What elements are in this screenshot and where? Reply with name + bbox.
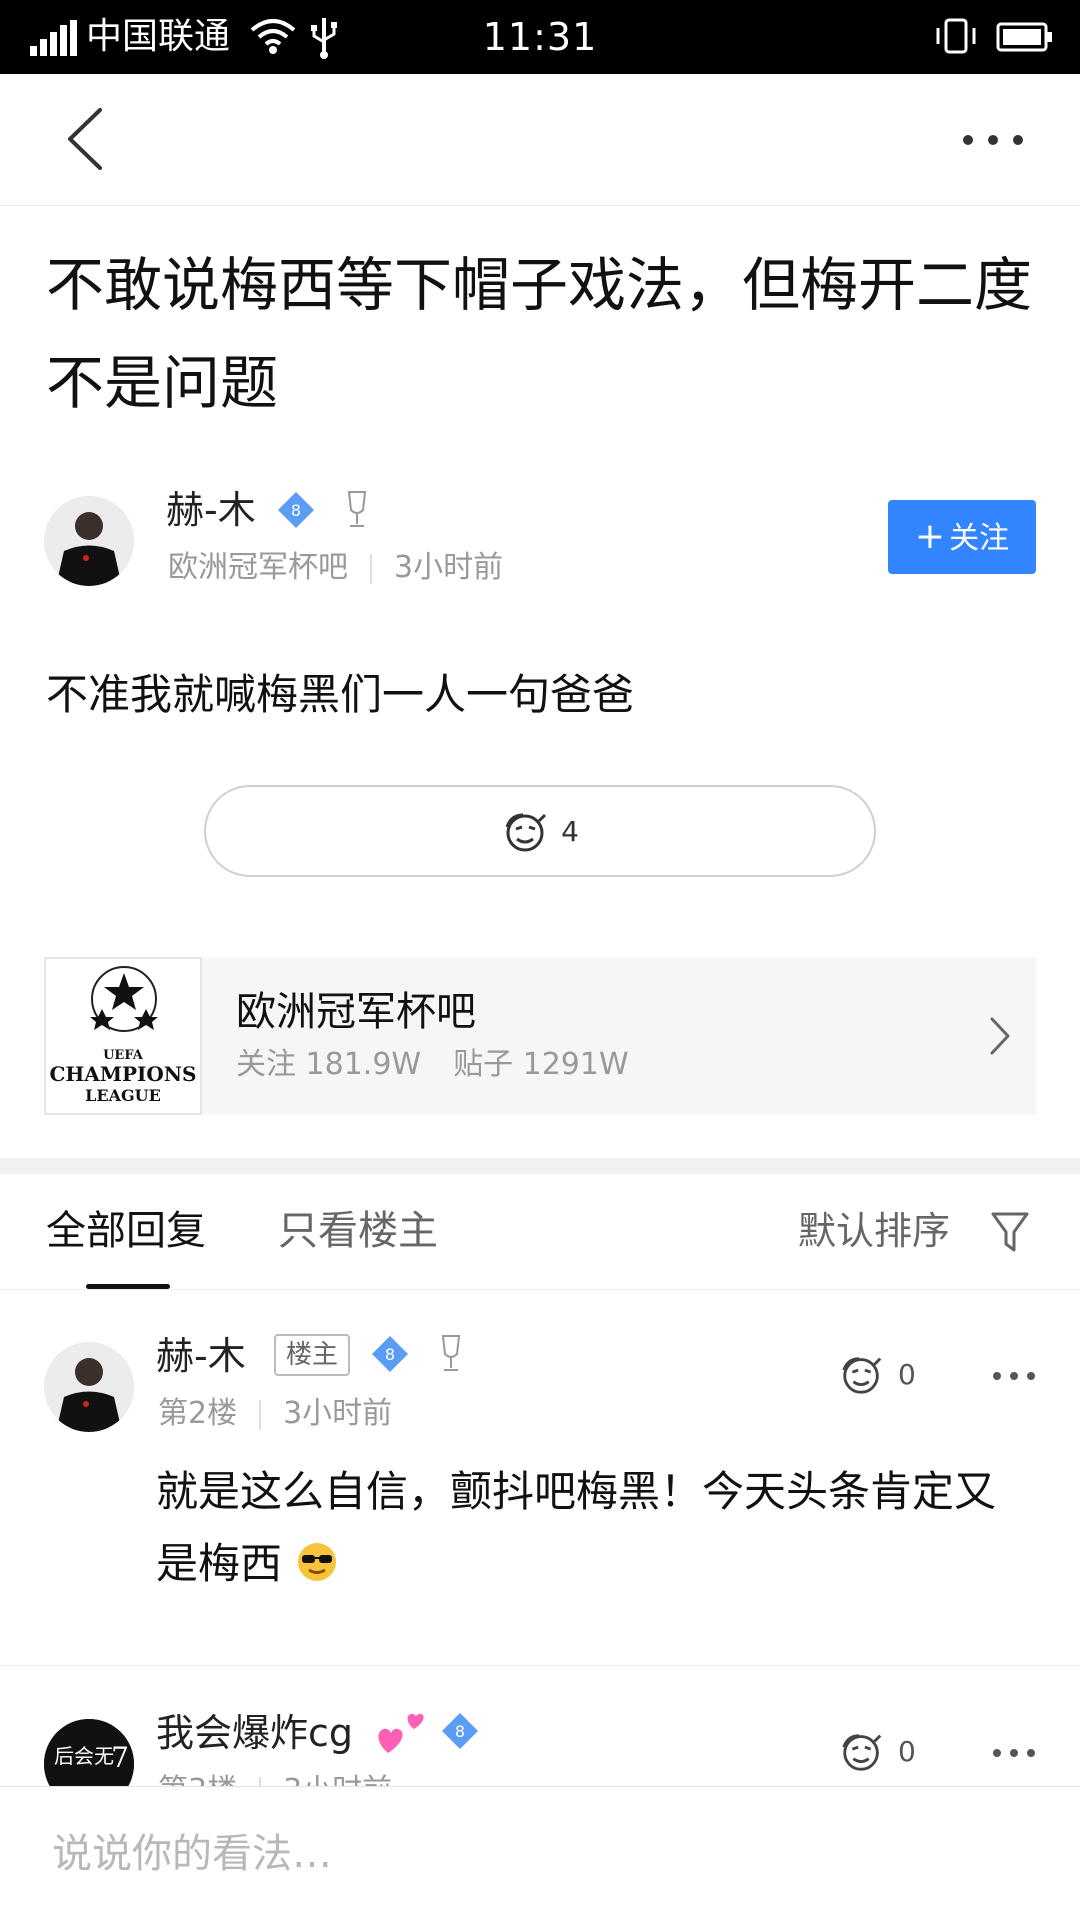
follow-label: 关注: [949, 521, 1010, 556]
reply-floor: 第2楼: [158, 1396, 238, 1431]
forum-followers: 关注 181.9W: [236, 1047, 422, 1082]
logo-text-league: LEAGUE: [85, 1086, 161, 1105]
battery-icon: [996, 22, 1052, 52]
reply-meta: 第3楼 3小时前: [158, 1771, 392, 1787]
reply-floor: 第3楼: [158, 1773, 237, 1787]
author-name[interactable]: 赫-木: [166, 486, 256, 534]
reply-text-content: 就是这么自信，颤抖吧梅黑！今天头条肯定又是梅西: [156, 1467, 997, 1588]
forum-name: 欧洲冠军杯吧: [236, 989, 476, 1035]
status-bar: 中国联通 11:31: [0, 0, 1080, 74]
author-forum[interactable]: 欧洲冠军杯吧: [168, 550, 348, 585]
author-avatar[interactable]: [44, 496, 134, 586]
champions-league-logo: UEFA CHAMPIONS LEAGUE: [44, 957, 202, 1115]
filter-icon[interactable]: [990, 1210, 1030, 1254]
sort-button[interactable]: 默认排序: [798, 1204, 950, 1258]
reply-item: 赫-木 楼主 8 第2楼 3小时前 0 就是这么自信，颤抖吧梅黑！今天头条肯定又是…: [0, 1290, 1080, 1666]
plus-icon: +: [914, 516, 946, 557]
sunglasses-emoji-icon: [298, 1543, 337, 1581]
reply-avatar[interactable]: [44, 1342, 134, 1432]
reply-like-count: 0: [898, 1357, 916, 1391]
reply-author-name[interactable]: 我会爆炸cg: [156, 1709, 353, 1757]
forum-card[interactable]: UEFA CHAMPIONS LEAGUE 欧洲冠军杯吧 关注 181.9W 贴子…: [44, 957, 1036, 1115]
trophy-icon: [347, 491, 367, 527]
reply-level: 8: [385, 1345, 395, 1364]
level-badge-icon: 8: [372, 1336, 408, 1372]
reply-more-icon[interactable]: [992, 1745, 1036, 1761]
reply-author-name[interactable]: 赫-木: [156, 1332, 246, 1380]
forum-posts: 贴子 1291W: [453, 1047, 629, 1082]
avatar-image: 后会无 7: [44, 1719, 134, 1787]
hearts-emoji-icon: [378, 1713, 424, 1753]
avatar-image: [44, 496, 134, 586]
reply-tabs: 全部回复 只看楼主 默认排序: [0, 1174, 1080, 1290]
reply-text: 就是这么自信，颤抖吧梅黑！今天头条肯定又是梅西: [156, 1456, 1036, 1600]
tab-all-replies[interactable]: 全部回复: [46, 1204, 206, 1258]
post-title: 不敢说梅西等下帽子戏法，但梅开二度不是问题: [46, 251, 1033, 417]
nav-bar: [0, 74, 1080, 206]
reply-time: 3小时前: [283, 1396, 393, 1431]
meta-divider: [259, 1399, 262, 1430]
chevron-right-icon: [990, 1017, 1010, 1055]
author-meta: 欧洲冠军杯吧 3小时前: [168, 548, 503, 588]
post-time: 3小时前: [394, 550, 504, 585]
section-divider: [0, 1158, 1080, 1174]
svg-text:7: 7: [111, 1741, 129, 1774]
reply-more-icon[interactable]: [992, 1368, 1036, 1384]
owner-tag: 楼主: [274, 1334, 351, 1376]
trophy-icon: [441, 1335, 461, 1371]
thumbs-up-face-icon: [505, 813, 547, 852]
thumbs-up-face-icon: [842, 1734, 882, 1771]
post-like-button[interactable]: 4: [204, 785, 876, 877]
back-arrow-icon[interactable]: [56, 104, 116, 174]
author-level: 8: [291, 501, 301, 520]
reply-like-count: 0: [898, 1734, 916, 1768]
vibrate-icon: [936, 18, 976, 54]
forum-stats: 关注 181.9W 贴子 1291W: [236, 1045, 629, 1085]
avatar-text: 后会无: [54, 1744, 114, 1768]
reply-level: 8: [455, 1722, 465, 1741]
avatar-image: [44, 1342, 134, 1432]
more-options-icon[interactable]: [960, 120, 1026, 160]
comment-input[interactable]: [0, 1787, 1080, 1920]
comment-bar: [0, 1786, 1080, 1920]
level-badge-icon: 8: [278, 492, 314, 528]
reply-meta: 第2楼 3小时前: [158, 1394, 392, 1434]
logo-text-uefa: UEFA: [103, 1048, 144, 1063]
thumbs-up-face-icon: [842, 1357, 882, 1394]
level-badge-icon: 8: [442, 1713, 478, 1749]
status-time: 11:31: [482, 15, 598, 59]
reply-like-button[interactable]: 0: [838, 1352, 916, 1396]
post-like-count: 4: [561, 814, 579, 848]
tab-indicator: [86, 1284, 170, 1289]
tab-owner-only[interactable]: 只看楼主: [278, 1204, 438, 1258]
follow-button[interactable]: + 关注: [888, 500, 1036, 574]
reply-avatar[interactable]: 后会无 7: [44, 1719, 134, 1787]
post-body: 不准我就喊梅黑们一人一句爸爸: [46, 670, 635, 719]
logo-text-champions: CHAMPIONS: [49, 1062, 196, 1086]
reply-item: 后会无 7 我会爆炸cg 8 第3楼 3小时前 0: [0, 1667, 1080, 1787]
reply-time: 3小时前: [283, 1773, 392, 1787]
reply-like-button[interactable]: 0: [838, 1729, 916, 1773]
meta-divider: [370, 553, 372, 584]
